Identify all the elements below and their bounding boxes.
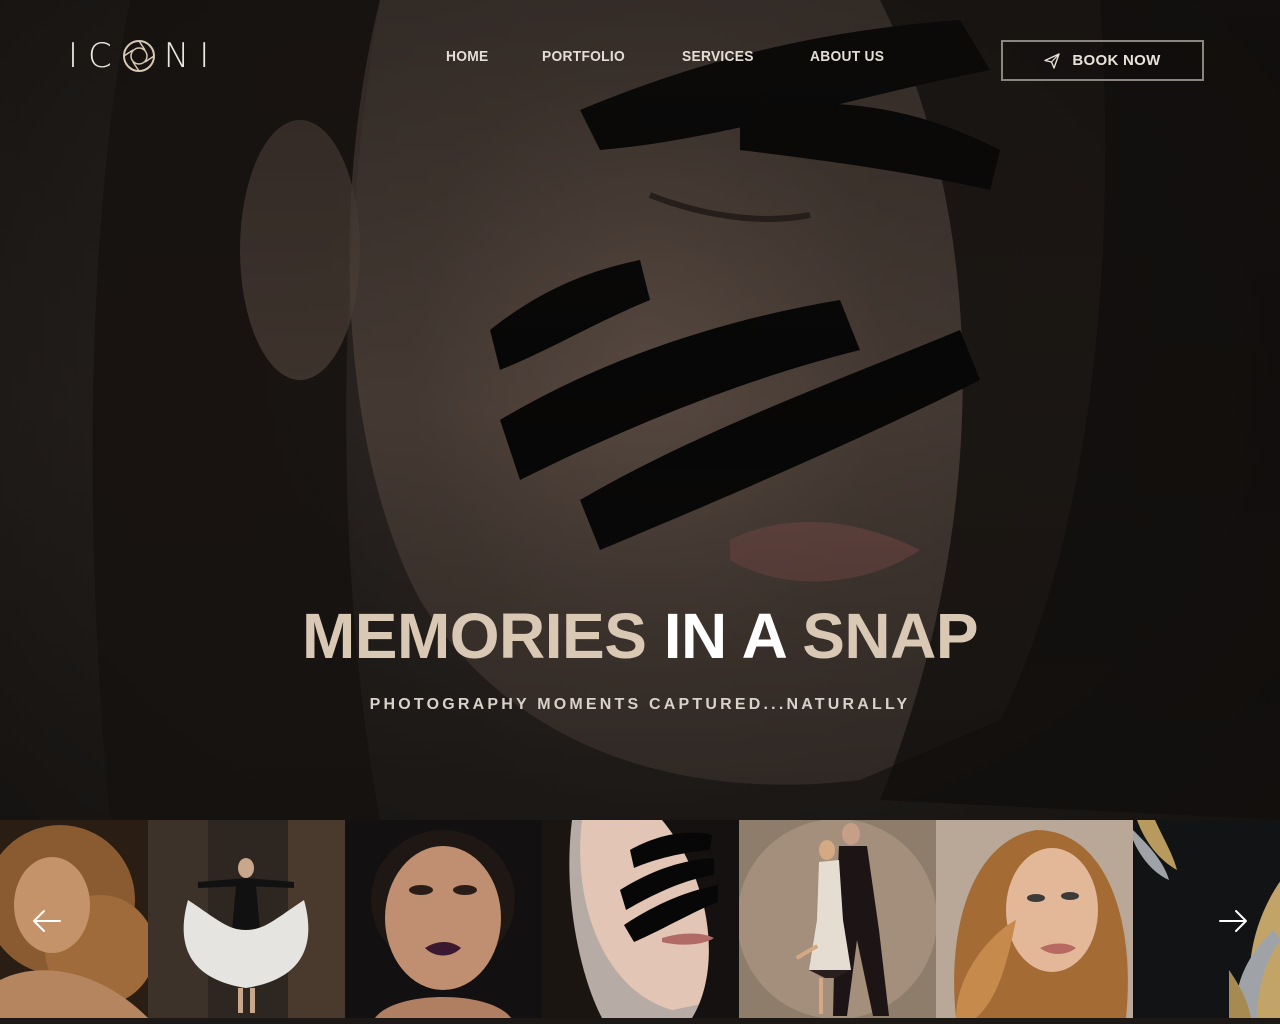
gallery-thumb-blonde-portrait[interactable] [936,820,1133,1018]
headline-part-in-a: IN A [646,600,803,672]
nav-item-home[interactable]: HOME [446,48,489,65]
hero-subheadline: PHOTOGRAPHY MOMENTS CAPTURED...NATURALLY [369,696,911,713]
aperture-logo-icon [122,40,155,72]
logo-text-left: IC [68,36,122,76]
gallery-thumb-wet-hair-beauty-portrait[interactable] [345,820,542,1018]
arrow-left-icon [33,910,61,932]
headline-part-memories: MEMORIES [301,600,647,672]
gallery-thumb-tango-dancers[interactable] [739,820,936,1018]
logo-text-right: NI [163,36,220,76]
footer-edge [0,1018,1280,1024]
gallery-next-button[interactable] [1216,904,1250,938]
gallery-thumb-curly-hair-portrait[interactable] [0,820,148,1018]
nav-item-services[interactable]: SERVICES [682,48,754,65]
gallery-thumb-ballet-dancer[interactable] [148,820,345,1018]
book-now-label: BOOK NOW [1072,52,1161,69]
brand-logo[interactable]: IC NI [68,36,219,76]
gallery-strip [0,820,1280,1018]
gallery-thumb-gold-leaves-still-life[interactable] [1133,820,1280,1018]
gallery-prev-button[interactable] [30,904,64,938]
main-navigation: HOME PORTFOLIO SERVICES ABOUT US [446,48,891,65]
gallery-thumb-face-paint-portrait[interactable] [542,820,739,1018]
hero-headline: MEMORIES IN A SNAP [0,598,1280,674]
paper-plane-icon [1044,52,1061,69]
nav-item-portfolio[interactable]: PORTFOLIO [542,48,625,65]
headline-part-snap: SNAP [802,600,979,672]
nav-item-about-us[interactable]: ABOUT US [810,48,884,65]
book-now-button[interactable]: BOOK NOW [1001,40,1204,81]
arrow-right-icon [1219,910,1247,932]
